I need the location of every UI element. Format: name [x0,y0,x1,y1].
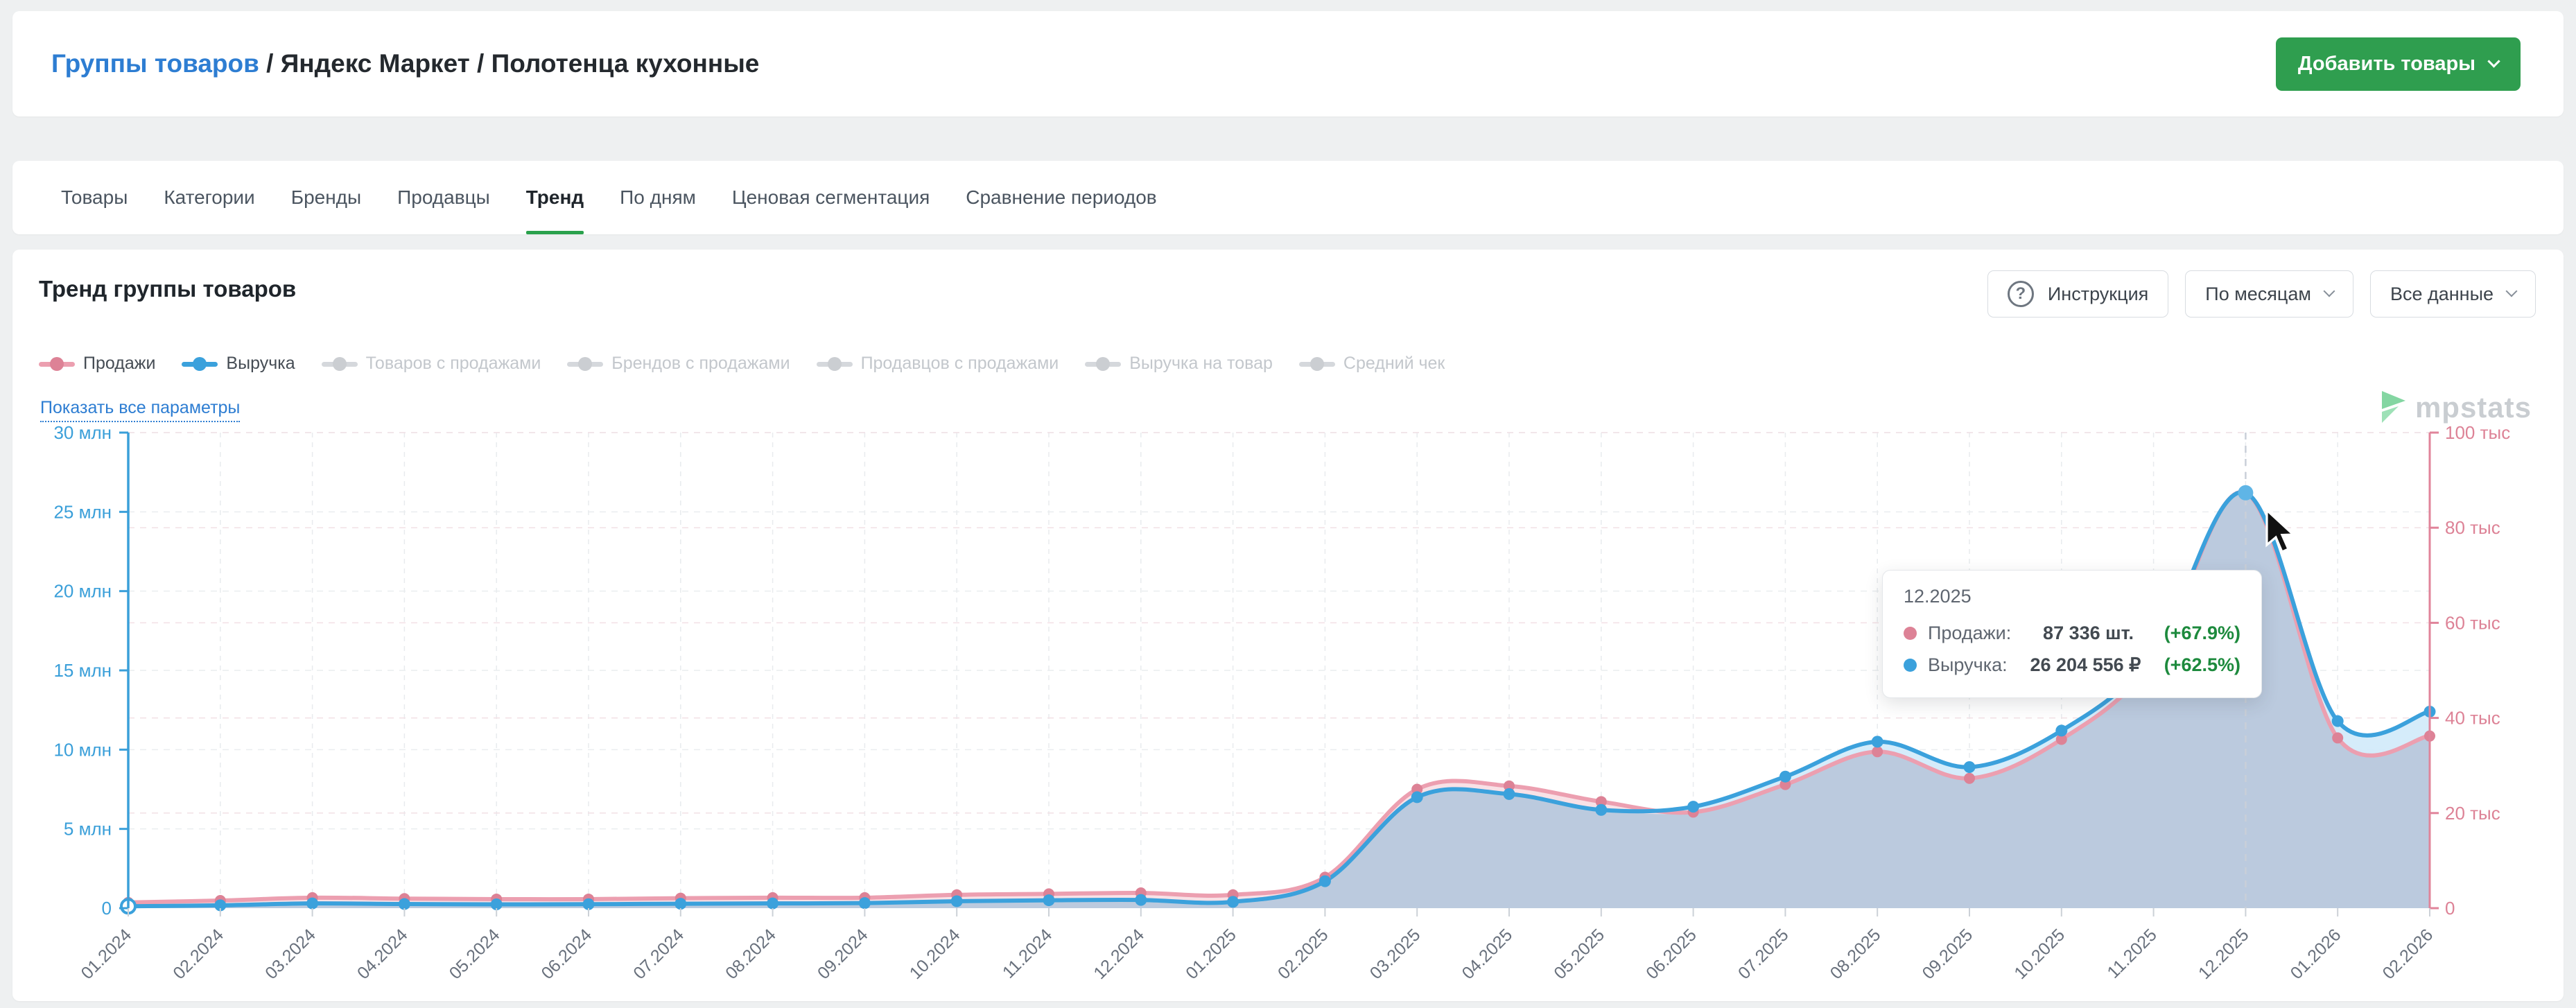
trend-panel: Тренд группы товаров ? Инструкция По мес… [12,250,2564,1001]
tooltip-sales-delta: (+67.9%) [2149,623,2240,644]
x-axis-label: 03.2024 [261,925,320,983]
x-axis-label: 07.2024 [629,925,688,983]
overlap-area [128,492,2430,908]
breadcrumb-link-product-groups[interactable]: Группы товаров [51,49,259,78]
x-axis-label: 02.2026 [2379,925,2437,983]
x-axis-label: 01.2024 [78,925,136,983]
x-axis-label: 07.2025 [1734,925,1793,983]
x-axis-label: 06.2025 [1642,925,1700,983]
revenue-point [1504,788,1515,800]
revenue-point [2332,715,2344,727]
tab-item[interactable]: Продавцы [397,161,490,234]
revenue-point [1227,896,1239,907]
revenue-point [675,898,686,910]
revenue-point [767,898,778,910]
x-axis-label: 05.2025 [1550,925,1608,983]
right-axis-label: 20 тыс [2445,803,2500,824]
add-products-button[interactable]: Добавить товары [2276,37,2521,91]
revenue-point [951,895,963,907]
left-axis-label: 25 млн [53,501,112,522]
left-axis-label: 30 млн [53,422,112,443]
x-axis-label: 03.2025 [1366,925,1425,983]
revenue-point [1872,736,1883,747]
add-products-button-label: Добавить товары [2298,53,2475,76]
revenue-point [1595,804,1607,816]
x-axis-label: 11.2025 [2103,925,2160,982]
hovered-point [2238,485,2253,501]
x-axis-label: 04.2024 [354,925,412,983]
tabs-bar: Товары Категории Бренды Продавцы Тренд По дня… [12,161,2564,234]
right-axis-label: 40 тыс [2445,708,2500,729]
tabs: Товары Категории Бренды Продавцы Тренд По дня… [12,161,2564,234]
x-axis-label: 08.2024 [722,925,780,983]
sales-series-dot-icon [1904,627,1917,640]
x-axis-label: 10.2025 [2010,925,2069,983]
sales-point [2332,732,2343,743]
tab-item[interactable]: По дням [620,161,696,234]
x-axis-label: 02.2024 [169,925,227,983]
tooltip-sales-label: Продажи: [1928,623,2039,644]
right-axis-label: 100 тыс [2445,422,2510,443]
x-axis-label: 01.2025 [1182,925,1240,983]
x-axis-label: 06.2024 [538,925,596,983]
x-axis-label: 02.2025 [1274,925,1332,983]
tooltip-sales-value: 87 336 шт. [2039,623,2134,644]
tooltip-row-revenue: Выручка: 26 204 556 ₽ (+62.5%) [1904,649,2240,681]
mouse-cursor-icon [2264,509,2304,559]
tab-item[interactable]: Категории [164,161,254,234]
sales-point [1872,746,1883,757]
revenue-point [1411,791,1423,803]
breadcrumb-current: Яндекс Маркет / Полотенца кухонные [281,49,760,78]
sales-point [1964,773,1975,784]
revenue-point [1319,876,1331,887]
chevron-down-icon [2487,55,2500,67]
tooltip-date: 12.2025 [1904,586,2240,607]
x-axis-label: 10.2024 [906,925,964,983]
tab-item[interactable]: Бренды [291,161,361,234]
tab-item[interactable]: Ценовая сегментация [732,161,930,234]
chart-tooltip: 12.2025 Продажи: 87 336 шт. (+67.9%) Выр… [1882,570,2262,698]
x-axis-label: 09.2024 [814,925,872,983]
mpstats-watermark-text: mpstats [2415,391,2532,424]
revenue-point [306,898,318,910]
left-axis-label: 20 млн [53,581,112,602]
revenue-point [859,897,871,909]
breadcrumb: Группы товаров / Яндекс Маркет / Полотен… [51,11,759,116]
revenue-point [1135,894,1147,906]
right-axis-label: 60 тыс [2445,612,2500,633]
tooltip-revenue-value: 26 204 556 ₽ [2030,654,2141,676]
revenue-series-dot-icon [1904,659,1917,672]
x-axis-label: 01.2026 [2287,925,2345,983]
x-axis-label: 12.2024 [1090,925,1148,983]
mpstats-watermark: mpstats [2378,391,2532,424]
left-axis-label: 0 [102,898,112,919]
right-axis-label: 80 тыс [2445,517,2500,538]
x-axis-label: 12.2025 [2195,925,2253,983]
tooltip-revenue-delta: (+62.5%) [2156,654,2240,676]
tab-active[interactable]: Тренд [526,161,584,234]
breadcrumb-separator: / [259,49,281,78]
header-card: Группы товаров / Яндекс Маркет / Полотен… [12,11,2564,116]
left-axis-label: 5 млн [64,819,112,840]
x-axis-label: 04.2025 [1459,925,1517,983]
x-axis-label: 09.2025 [1919,925,1977,983]
revenue-point [1687,801,1699,813]
x-axis-label: 05.2024 [446,925,504,983]
x-axis-label: 08.2025 [1827,925,1885,983]
mpstats-logo-icon [2378,391,2408,424]
left-axis-label: 15 млн [53,660,112,681]
tab-item[interactable]: Сравнение периодов [966,161,1156,234]
revenue-point [1043,894,1055,906]
x-axis-label: 11.2024 [999,925,1056,982]
right-axis-label: 0 [2445,898,2455,919]
tab-item[interactable]: Товары [61,161,128,234]
tooltip-row-sales: Продажи: 87 336 шт. (+67.9%) [1904,617,2240,649]
revenue-point [1964,761,1976,773]
revenue-point [1779,771,1791,783]
tooltip-revenue-label: Выручка: [1928,654,2030,676]
left-axis-label: 10 млн [53,739,112,760]
revenue-point [2055,724,2067,736]
